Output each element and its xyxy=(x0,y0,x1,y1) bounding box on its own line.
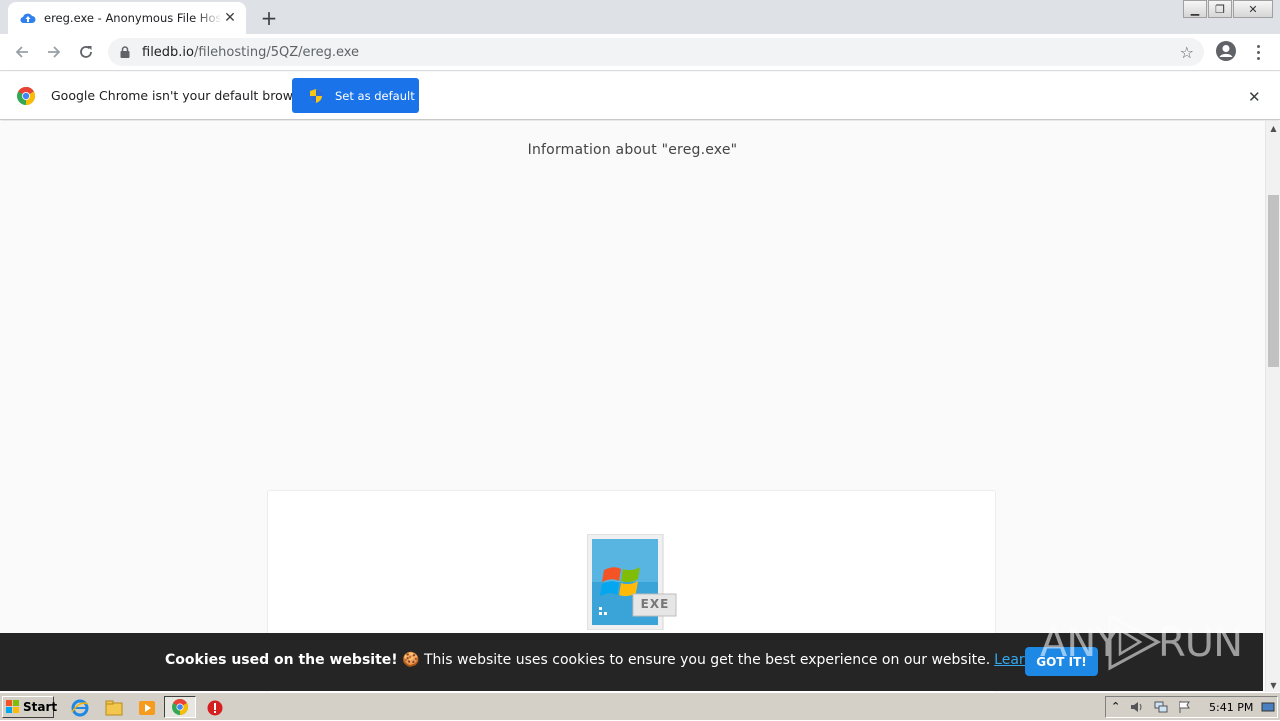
watermark-any: ANY xyxy=(1040,620,1120,666)
action-center-flag-icon[interactable] xyxy=(1178,700,1192,714)
reload-icon[interactable] xyxy=(73,39,99,65)
scroll-up-arrow-icon[interactable]: ▲ xyxy=(1266,121,1280,135)
cookie-title: Cookies used on the website! xyxy=(165,652,398,668)
browser-toolbar: filedb.io/filehosting/5QZ/ereg.exe ☆ xyxy=(0,34,1280,71)
media-player-icon[interactable] xyxy=(137,698,157,718)
tab-title: ereg.exe - Anonymous File Hosting S xyxy=(44,11,222,25)
start-button[interactable]: Start xyxy=(2,696,58,718)
page-title: Information about "ereg.exe" xyxy=(527,142,738,158)
lock-icon xyxy=(120,46,130,58)
page-scrollbar[interactable]: ▲ ▼ xyxy=(1265,121,1280,692)
system-tray: ⌃ 5:41 PM xyxy=(1105,696,1278,718)
browser-tab[interactable]: ereg.exe - Anonymous File Hosting S ✕ xyxy=(8,2,246,34)
new-tab-button[interactable]: + xyxy=(258,6,280,30)
address-bar[interactable]: filedb.io/filehosting/5QZ/ereg.exe ☆ xyxy=(108,38,1204,66)
network-icon[interactable] xyxy=(1154,700,1168,714)
cookie-body: 🍪 This website uses cookies to ensure yo… xyxy=(397,652,991,668)
account-icon[interactable] xyxy=(1215,40,1237,62)
tray-expand-icon[interactable]: ⌃ xyxy=(1111,700,1125,714)
chrome-taskbar-icon xyxy=(172,699,188,715)
page-content: Information about "ereg.exe" EXE xyxy=(0,121,1265,692)
internet-explorer-icon[interactable] xyxy=(70,698,90,718)
infobar-close-icon[interactable]: ✕ xyxy=(1248,88,1261,106)
cookie-message: Cookies used on the website! 🍪 This webs… xyxy=(165,652,1074,668)
show-desktop-icon[interactable] xyxy=(1261,700,1275,714)
minimize-icon[interactable]: ▁ xyxy=(1183,0,1207,18)
restore-icon[interactable]: ❐ xyxy=(1208,0,1232,18)
exe-badge: EXE xyxy=(640,597,670,611)
windows-flag-icon xyxy=(6,700,20,714)
stop-sign-icon[interactable] xyxy=(205,698,225,718)
file-explorer-icon[interactable] xyxy=(104,698,124,718)
taskbar-chrome-button[interactable] xyxy=(164,696,196,718)
start-label: Start xyxy=(23,700,58,714)
scroll-down-arrow-icon[interactable]: ▼ xyxy=(1266,678,1280,692)
anyrun-watermark: ANY RUN xyxy=(1040,608,1243,673)
url-host: filedb.io xyxy=(142,44,194,60)
windows-taskbar: Start ⌃ 5:41 PM xyxy=(0,692,1280,720)
bookmark-star-icon[interactable]: ☆ xyxy=(1180,43,1194,62)
volume-icon[interactable] xyxy=(1130,700,1144,714)
scroll-thumb[interactable] xyxy=(1268,195,1279,367)
chrome-logo-icon xyxy=(17,86,36,105)
default-browser-infobar: Google Chrome isn't your default browser… xyxy=(0,72,1280,120)
tab-close-icon[interactable]: ✕ xyxy=(222,10,238,26)
forward-arrow-icon[interactable] xyxy=(41,39,67,65)
exe-file-icon: EXE xyxy=(586,533,677,631)
tray-clock[interactable]: 5:41 PM xyxy=(1209,701,1253,714)
uac-shield-icon xyxy=(308,88,324,104)
set-as-default-label: Set as default xyxy=(335,88,415,103)
back-arrow-icon[interactable] xyxy=(9,39,35,65)
cloud-upload-icon xyxy=(20,10,36,26)
tab-strip: ereg.exe - Anonymous File Hosting S ✕ + … xyxy=(0,0,1280,34)
watermark-run: RUN xyxy=(1158,620,1243,666)
window-close-icon[interactable]: ✕ xyxy=(1233,0,1273,18)
set-as-default-button[interactable]: Set as default xyxy=(292,78,419,113)
chrome-menu-icon[interactable] xyxy=(1251,41,1265,63)
infobar-message: Google Chrome isn't your default browser xyxy=(51,88,313,103)
url-path: /filehosting/5QZ/ereg.exe xyxy=(194,44,360,60)
